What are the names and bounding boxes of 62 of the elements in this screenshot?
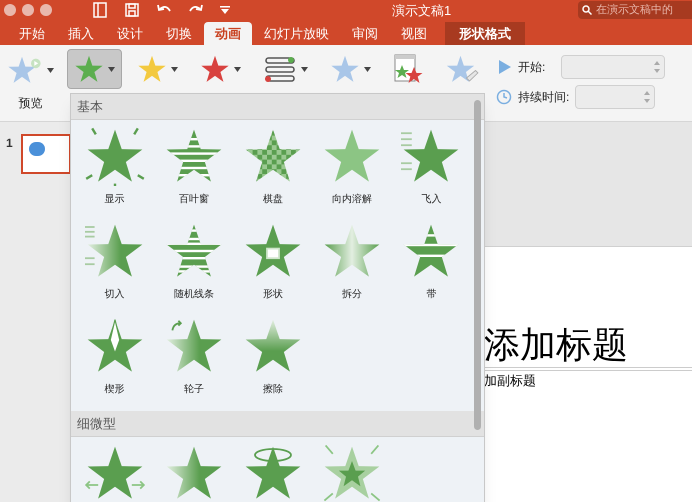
window-control-icon[interactable]: [40, 4, 52, 16]
ribbon-tab[interactable]: 动画: [204, 22, 252, 45]
animation-option[interactable]: 向内溶解: [312, 126, 392, 221]
slide-title[interactable]: 添加标题: [484, 324, 628, 365]
caret-icon: [108, 66, 115, 72]
star-icon: [200, 54, 230, 84]
animation-option[interactable]: 切入: [75, 221, 154, 316]
window-control-icon[interactable]: [22, 4, 34, 16]
animation-option[interactable]: 飞入: [392, 126, 471, 221]
star-icon: [84, 126, 145, 186]
animation-option[interactable]: 拆分: [312, 221, 392, 316]
star-brush-icon: [445, 54, 479, 84]
slide-number: 1: [6, 135, 13, 152]
options-icon: [263, 54, 297, 84]
animation-option[interactable]: 棋盘: [233, 126, 313, 221]
window-control-icon[interactable]: [4, 4, 16, 16]
caret-icon: [364, 66, 371, 72]
animation-pane-icon: [393, 53, 423, 85]
field-label: 持续时间:: [518, 89, 570, 106]
animation-option[interactable]: 擦除: [233, 316, 313, 411]
document-icon[interactable]: [92, 2, 108, 18]
ribbon-tab[interactable]: 形状格式: [445, 22, 525, 45]
caret-icon: [171, 66, 178, 72]
window-title: 演示文稿1: [392, 2, 452, 20]
customize-icon[interactable]: [220, 5, 230, 15]
ribbon-tab[interactable]: 插入: [57, 22, 105, 45]
star-icon: [74, 54, 104, 84]
ribbon-tab[interactable]: 设计: [106, 22, 154, 45]
ribbon-tab[interactable]: 视图: [390, 22, 438, 45]
stepper-icon[interactable]: [644, 90, 650, 104]
ribbon-tab[interactable]: 审阅: [341, 22, 389, 45]
ribbon-tab[interactable]: 切换: [155, 22, 203, 45]
caret-icon: [47, 68, 54, 72]
animation-option[interactable]: 轮子: [154, 316, 234, 411]
animation-option[interactable]: 带: [392, 221, 471, 316]
animation-option[interactable]: 形状: [233, 221, 313, 316]
star-icon: [322, 443, 382, 502]
star-icon: [137, 54, 167, 84]
section-header: 细微型: [71, 411, 484, 437]
stepper-field[interactable]: [575, 85, 656, 109]
section-header: 基本: [71, 94, 484, 120]
star-play-icon: [7, 55, 43, 85]
caret-icon: [234, 66, 241, 72]
animation-option[interactable]: 随机线条: [154, 221, 234, 316]
search-field[interactable]: 在演示文稿中的: [578, 1, 692, 19]
field-label: 开始:: [518, 59, 546, 76]
stepper-field[interactable]: [561, 55, 666, 79]
animation-option[interactable]: 百叶窗: [154, 126, 234, 221]
scrollbar[interactable]: [474, 100, 481, 430]
ribbon-tab[interactable]: 幻灯片放映: [253, 22, 340, 45]
search-icon: [582, 5, 592, 15]
star-icon: [330, 54, 360, 84]
animation-option[interactable]: 显示: [75, 126, 154, 221]
ribbon-tab[interactable]: 开始: [8, 22, 56, 45]
slide-thumbnail[interactable]: [20, 134, 71, 174]
save-icon[interactable]: [124, 2, 140, 18]
animation-option[interactable]: 楔形: [75, 316, 154, 411]
caret-icon: [301, 66, 308, 72]
play-icon: [496, 59, 512, 75]
preview-button[interactable]: 预览: [2, 49, 59, 113]
stepper-icon[interactable]: [654, 60, 660, 74]
clock-icon: [496, 89, 512, 105]
